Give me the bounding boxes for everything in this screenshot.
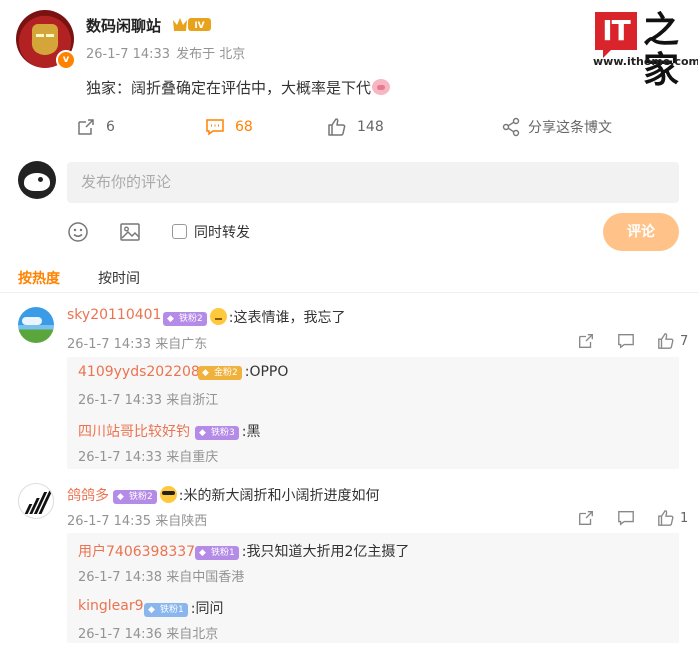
repost-checkbox-label[interactable]: 同时转发 [194,222,250,242]
fan-badge[interactable]: 铁粉1 [195,546,239,560]
reply-location: 来自北京 [166,627,219,642]
repost-icon[interactable] [577,509,595,527]
share-button[interactable]: 分享这条博文 [501,117,612,137]
repost-icon[interactable] [577,332,595,350]
reply-body: :OPPO [244,364,289,380]
reply-meta: 26-1-7 14:33 来自重庆 [78,446,218,465]
reply-text: 铁粉1:我只知道大折用2亿主摄了 [192,541,409,561]
avatar-dot [38,177,43,182]
logo-chinese: 之家 [643,9,680,91]
avatar-eye-left [36,34,44,37]
reply-meta: 26-1-7 14:33 来自浙江 [78,389,218,408]
comment-text: 铁粉2 :米的新大阔折和小阔折进度如何 [110,485,379,505]
avatar-eye-right [46,34,54,37]
comment-meta: 26-1-7 14:35 来自陕西 [67,510,207,529]
comment-text: 铁粉2 :这表情谁，我忘了 [160,307,345,327]
fan-badge[interactable]: 金粉2 [198,366,242,380]
repost-icon [78,119,94,135]
like-count: 148 [357,119,384,135]
comment-location: 来自广东 [155,337,208,352]
reply-body: :黑 [241,424,261,440]
thinking-emoji-icon [209,308,227,325]
level-badge-text: IV [194,21,204,31]
post-location: 发布于 北京 [176,47,246,62]
comment-like-count: 1 [680,510,689,526]
like-button[interactable]: 148 [327,117,384,137]
comment-actions: 1 [577,509,688,527]
reply-meta: 26-1-7 14:38 来自中国香港 [78,566,244,585]
reply-meta: 26-1-7 14:36 来自北京 [78,623,218,642]
thumbs-up-icon[interactable] [657,509,675,527]
tabs-divider [0,292,698,293]
logo-it-mark: IT [595,12,637,58]
author-avatar[interactable]: v [16,10,76,70]
repost-count: 6 [106,119,115,135]
post-timestamp[interactable]: 26-1-7 14:33 [86,47,170,62]
reply-username[interactable]: 4109yyds202208 [78,364,200,380]
comment-actions: 7 [577,332,688,350]
image-upload-icon[interactable] [119,221,141,243]
comment-icon [206,119,224,136]
reply-time: 26-1-7 14:33 [78,450,163,465]
reply-location: 来自重庆 [166,450,219,465]
fan-badge[interactable]: 铁粉1 [144,603,188,617]
author-name[interactable]: 数码闲聊站 [86,15,161,36]
reply-text: 铁粉3:黑 [192,421,260,441]
reply-icon[interactable] [617,509,635,527]
comment-avatar[interactable] [18,307,54,343]
tab-sort-by-time[interactable]: 按时间 [98,268,140,288]
reply-text: 铁粉1:同问 [141,598,223,618]
fan-badge[interactable]: 铁粉2 [113,490,157,504]
repost-button[interactable]: 6 [76,117,115,137]
current-user-avatar[interactable] [18,161,56,199]
comment-body: :这表情谁，我忘了 [228,310,346,326]
comment-input[interactable]: 发布你的评论 [67,162,679,203]
reply-time: 26-1-7 14:36 [78,627,163,642]
fan-badge[interactable]: 铁粉3 [195,426,239,440]
comment-count: 68 [235,119,253,135]
thumbs-up-icon[interactable] [657,332,675,350]
post-text: 独家：阔折叠确定在评估中，大概率是下代 [86,77,391,98]
submit-comment-button[interactable]: 评论 [603,213,679,251]
thumbs-up-icon [328,118,346,136]
reply-location: 来自浙江 [166,393,219,408]
reply-body: :同问 [190,601,224,617]
reply-username[interactable]: 用户7406398337 [78,541,195,561]
avatar-shape [24,173,50,191]
share-label: 分享这条博文 [528,120,612,136]
reply-body: :我只知道大折用2亿主摄了 [241,544,410,560]
comment-location: 来自陕西 [155,514,208,529]
post-text-content: 独家：阔折叠确定在评估中，大概率是下代 [86,79,372,97]
share-icon [502,117,520,137]
reply-icon[interactable] [617,332,635,350]
comment-avatar[interactable] [18,483,54,519]
reply-text: 金粉2:OPPO [195,364,288,380]
comment-like-count: 7 [680,333,689,349]
comment-meta: 26-1-7 14:33 来自广东 [67,333,207,352]
tab-sort-by-hot[interactable]: 按热度 [18,268,60,288]
sunglasses-emoji-icon [159,486,177,503]
logo-url: www.ithome.com [593,55,698,68]
reply-username[interactable]: 四川站哥比较好钓 [78,421,190,441]
comment-time: 26-1-7 14:35 [67,514,152,529]
fan-badge[interactable]: 铁粉2 [163,312,207,326]
post-meta: 26-1-7 14:33 发布于 北京 [86,43,245,62]
reply-time: 26-1-7 14:33 [78,393,163,408]
vip-crown-icon[interactable]: IV [172,16,212,33]
repost-checkbox[interactable] [172,224,187,239]
verified-badge-icon: v [56,50,76,70]
comment-username[interactable]: 鸽鸽多 [67,485,109,505]
pig-emoji-icon [372,79,391,95]
reply-time: 26-1-7 14:38 [78,570,163,585]
iron-man-face [32,24,58,54]
comment-body: :米的新大阔折和小阔折进度如何 [178,488,380,504]
reply-username[interactable]: kinglear9 [78,598,144,614]
reply-location: 来自中国香港 [166,570,245,585]
ithome-logo: IT 之家 www.ithome.com [591,8,698,90]
comment-username[interactable]: sky20110401 [67,307,161,323]
comment-time: 26-1-7 14:33 [67,337,152,352]
comment-button[interactable]: 68 [205,117,253,137]
emoji-picker-icon[interactable] [67,221,89,243]
